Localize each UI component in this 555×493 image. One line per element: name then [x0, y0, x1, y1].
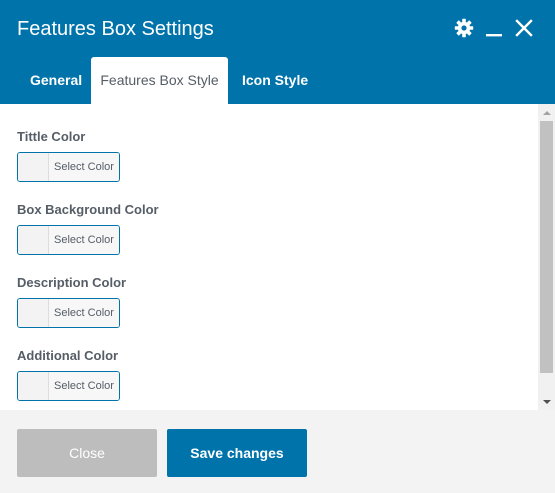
select-color-label: Select Color	[49, 299, 119, 327]
vertical-scrollbar[interactable]	[538, 104, 555, 410]
minimize-icon[interactable]	[483, 17, 505, 39]
additional-color-picker[interactable]: Select Color	[17, 371, 120, 401]
box-background-color-picker[interactable]: Select Color	[17, 225, 120, 255]
scroll-down-arrow-icon[interactable]	[538, 393, 555, 410]
title-color-picker[interactable]: Select Color	[17, 152, 120, 182]
color-swatch	[18, 299, 49, 327]
description-color-field: Description Color Select Color	[17, 275, 126, 328]
additional-color-field: Additional Color Select Color	[17, 348, 120, 401]
save-changes-button[interactable]: Save changes	[167, 429, 307, 477]
color-swatch	[18, 226, 49, 254]
select-color-label: Select Color	[49, 226, 119, 254]
select-color-label: Select Color	[49, 153, 119, 181]
title-color-field: Tittle Color Select Color	[17, 129, 120, 182]
scrollbar-thumb[interactable]	[540, 121, 553, 373]
dialog-footer: Close Save changes	[0, 410, 555, 493]
select-color-label: Select Color	[49, 372, 119, 400]
color-swatch	[18, 153, 49, 181]
close-icon[interactable]	[513, 17, 535, 39]
dialog-title: Features Box Settings	[17, 18, 214, 40]
close-button[interactable]: Close	[17, 429, 157, 477]
box-background-color-label: Box Background Color	[17, 202, 159, 217]
tab-general[interactable]: General	[0, 57, 91, 104]
gear-icon[interactable]	[453, 17, 475, 39]
title-color-label: Tittle Color	[17, 129, 86, 144]
tab-features-box-style[interactable]: Features Box Style	[91, 57, 228, 104]
color-swatch	[18, 372, 49, 400]
description-color-picker[interactable]: Select Color	[17, 298, 120, 328]
features-box-settings-dialog: Features Box Settings General Features B…	[0, 0, 555, 493]
additional-color-label: Additional Color	[17, 348, 119, 363]
scroll-up-arrow-icon[interactable]	[538, 104, 555, 121]
tab-icon-style[interactable]: Icon Style	[228, 57, 322, 104]
box-background-color-field: Box Background Color Select Color	[17, 202, 159, 255]
header-controls	[445, 17, 535, 39]
tab-bar: General Features Box Style Icon Style	[0, 57, 322, 104]
description-color-label: Description Color	[17, 275, 127, 290]
dialog-header: Features Box Settings General Features B…	[0, 0, 555, 104]
settings-panel: Tittle Color Select Color Box Background…	[0, 104, 538, 410]
